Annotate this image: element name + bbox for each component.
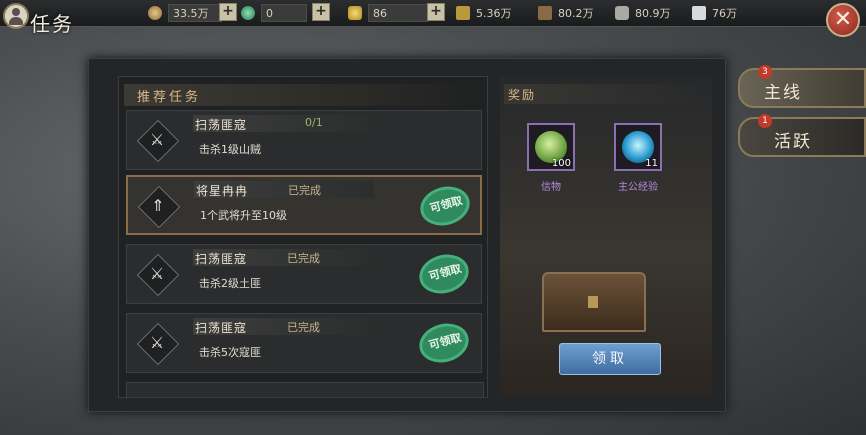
claimable-stamp[interactable]: 可领取: [414, 318, 475, 368]
close-icon: ✕: [833, 7, 853, 32]
resource-copper-value: 33.5万: [173, 7, 209, 20]
reward-item[interactable]: 100: [527, 123, 575, 171]
task-name: 扫荡匪寇: [195, 252, 248, 266]
task-icon: ⇑: [137, 185, 181, 229]
claimable-stamp[interactable]: 可领取: [414, 249, 475, 299]
level-up-icon: ⇑: [151, 196, 165, 215]
task-desc: 1个武将升至10级: [200, 209, 287, 222]
resource-jade-value: 0: [266, 6, 273, 20]
notification-badge: 1: [758, 114, 772, 128]
close-button[interactable]: ✕: [826, 3, 860, 37]
grain-icon: [456, 6, 470, 20]
notification-badge: 3: [758, 65, 772, 79]
task-icon: ⚔: [136, 322, 180, 366]
wood-icon: [538, 6, 552, 20]
resource-iron-value: 76万: [712, 7, 737, 20]
resource-copper: 33.5万: [148, 3, 222, 23]
tab-main-quest[interactable]: 3 主线: [738, 65, 866, 108]
copper-coin-icon: [148, 6, 162, 20]
resource-gold-value: 86: [373, 6, 387, 20]
claim-button[interactable]: 领取: [559, 343, 661, 375]
add-copper-button[interactable]: +: [219, 3, 237, 21]
task-row[interactable]: ⚔ 扫荡匪寇 已完成 击杀5次寇匪 可领取: [126, 313, 482, 373]
task-name: 扫荡匪寇: [195, 321, 248, 335]
reward-count: 11: [645, 158, 658, 169]
task-desc: 击杀1级山贼: [199, 143, 261, 156]
task-progress: 0/1: [305, 116, 323, 129]
resource-grain: 5.36万: [456, 3, 512, 23]
add-jade-button[interactable]: +: [312, 3, 330, 21]
reward-name: 信物: [541, 182, 561, 193]
claimable-stamp[interactable]: 可领取: [415, 181, 476, 231]
reward-count: 100: [551, 158, 571, 169]
add-gold-button[interactable]: +: [427, 3, 445, 21]
tab-label: 主线: [764, 83, 802, 103]
task-status: 已完成: [287, 321, 320, 334]
task-name: 扫荡匪寇: [195, 118, 248, 132]
warrior-icon: ⚔: [149, 333, 165, 352]
task-row-selected[interactable]: ⇑ 将星冉冉 已完成 1个武将升至10级 可领取: [126, 175, 482, 235]
avatar-icon[interactable]: [3, 3, 29, 29]
section-title: 推荐任务: [137, 90, 202, 105]
task-status: 已完成: [287, 252, 320, 265]
task-icon: ⚔: [136, 119, 180, 163]
reward-name: 主公经验: [618, 182, 658, 193]
resource-wood: 80.2万: [538, 3, 594, 23]
warrior-icon: ⚔: [149, 264, 165, 283]
task-status: 已完成: [288, 184, 321, 197]
stone-icon: [615, 6, 629, 20]
gold-ingot-icon: [348, 6, 362, 20]
page-title: 任务: [0, 0, 92, 40]
reward-item[interactable]: 11: [614, 123, 662, 171]
task-desc: 击杀5次寇匪: [199, 346, 261, 359]
task-name: 将星冉冉: [196, 184, 249, 198]
iron-icon: [692, 6, 706, 20]
tab-activity[interactable]: 1 活跃: [738, 114, 866, 157]
resource-gold: 86: [348, 3, 428, 23]
resource-wood-value: 80.2万: [558, 7, 594, 20]
tab-label: 活跃: [774, 132, 812, 152]
page-title-text: 任务: [30, 12, 74, 36]
reward-title: 奖励: [508, 88, 537, 102]
warrior-icon: ⚔: [149, 130, 165, 149]
task-desc: 击杀2级土匪: [199, 277, 261, 290]
treasure-chest-icon: [542, 272, 646, 332]
resource-grain-value: 5.36万: [476, 7, 512, 20]
resource-stone-value: 80.9万: [635, 7, 671, 20]
task-row[interactable]: ⚔ 扫荡匪寇 0/1 击杀1级山贼: [126, 110, 482, 170]
task-row[interactable]: ⚔ 扫荡匪寇 已完成 击杀2级土匪 可领取: [126, 244, 482, 304]
resource-iron: 76万: [692, 3, 737, 23]
task-row-partial[interactable]: [126, 382, 484, 397]
jade-icon: [241, 6, 255, 20]
task-icon: ⚔: [136, 253, 180, 297]
resource-jade: 0: [241, 3, 307, 23]
resource-stone: 80.9万: [615, 3, 671, 23]
